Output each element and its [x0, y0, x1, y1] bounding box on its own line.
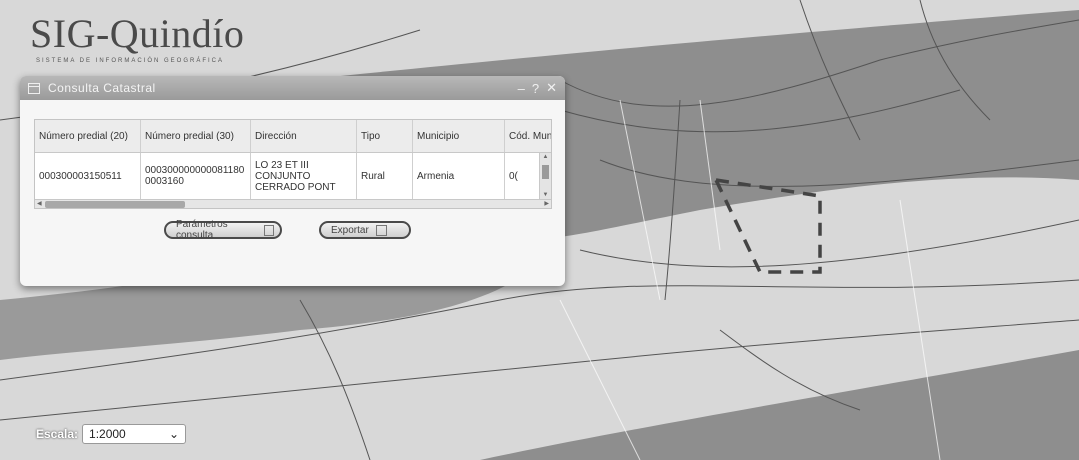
exportar-button[interactable]: Exportar [319, 221, 411, 239]
help-icon[interactable]: ? [532, 81, 539, 96]
popup-icon [264, 224, 274, 236]
close-icon[interactable]: ✕ [546, 80, 557, 96]
parametros-consulta-label: Parámetros consulta [176, 219, 228, 241]
scale-control: Escala: 1:2000 ⌄ [36, 424, 187, 444]
scale-select[interactable]: 1:2000 ⌄ [82, 424, 187, 444]
minimize-icon[interactable]: – [518, 81, 525, 96]
scroll-left-icon[interactable]: ◀ [37, 200, 42, 207]
scroll-down-icon[interactable]: ▼ [540, 192, 551, 198]
cell-municipio: Armenia [413, 153, 505, 199]
horizontal-scrollbar[interactable]: ◀ ▶ [35, 199, 551, 208]
column-header[interactable]: Tipo [357, 120, 413, 152]
column-header[interactable]: Número predial (30) [141, 120, 251, 152]
popup-icon [375, 224, 387, 236]
parametros-consulta-button[interactable]: Parámetros consulta [164, 219, 282, 241]
logo-subtitle: SISTEMA DE INFORMACIÓN GEOGRÁFICA [36, 58, 225, 64]
panel-header[interactable]: Consulta Catastral – ? ✕ [20, 76, 565, 100]
scroll-thumb-horizontal[interactable] [45, 201, 185, 208]
table-header: Número predial (20) Número predial (30) … [35, 120, 551, 153]
window-icon [28, 82, 40, 94]
column-header[interactable]: Municipio [413, 120, 505, 152]
column-header[interactable]: Cód. Muni [505, 120, 551, 152]
scroll-thumb[interactable] [542, 165, 549, 179]
column-header[interactable]: Dirección [251, 120, 357, 152]
cell-direccion: LO 23 ET III CONJUNTO CERRADO PONT [251, 153, 357, 199]
scroll-up-icon[interactable]: ▲ [540, 154, 551, 160]
consulta-catastral-panel: Consulta Catastral – ? ✕ Número predial … [20, 76, 565, 286]
cell-tipo: Rural [357, 153, 413, 199]
cell-predial20: 000300003150511 [35, 153, 141, 199]
chevron-down-icon: ⌄ [168, 427, 180, 441]
scale-label: Escala: [36, 427, 79, 441]
scroll-right-icon[interactable]: ▶ [544, 200, 549, 207]
table-row[interactable]: 000300003150511 000300000000081180 00031… [35, 153, 551, 199]
logo-title: SIG-Quindío [30, 11, 245, 56]
column-header[interactable]: Número predial (20) [35, 120, 141, 152]
exportar-label: Exportar [331, 224, 369, 236]
cell-predial30: 000300000000081180 0003160 [141, 153, 251, 199]
results-table: Número predial (20) Número predial (30) … [34, 119, 552, 209]
vertical-scrollbar[interactable]: ▲ ▼ [539, 153, 551, 199]
scale-value: 1:2000 [89, 427, 126, 441]
app-logo: SIG-Quindío SISTEMA DE INFORMACIÓN GEOGR… [30, 14, 260, 76]
panel-title: Consulta Catastral [48, 81, 156, 95]
